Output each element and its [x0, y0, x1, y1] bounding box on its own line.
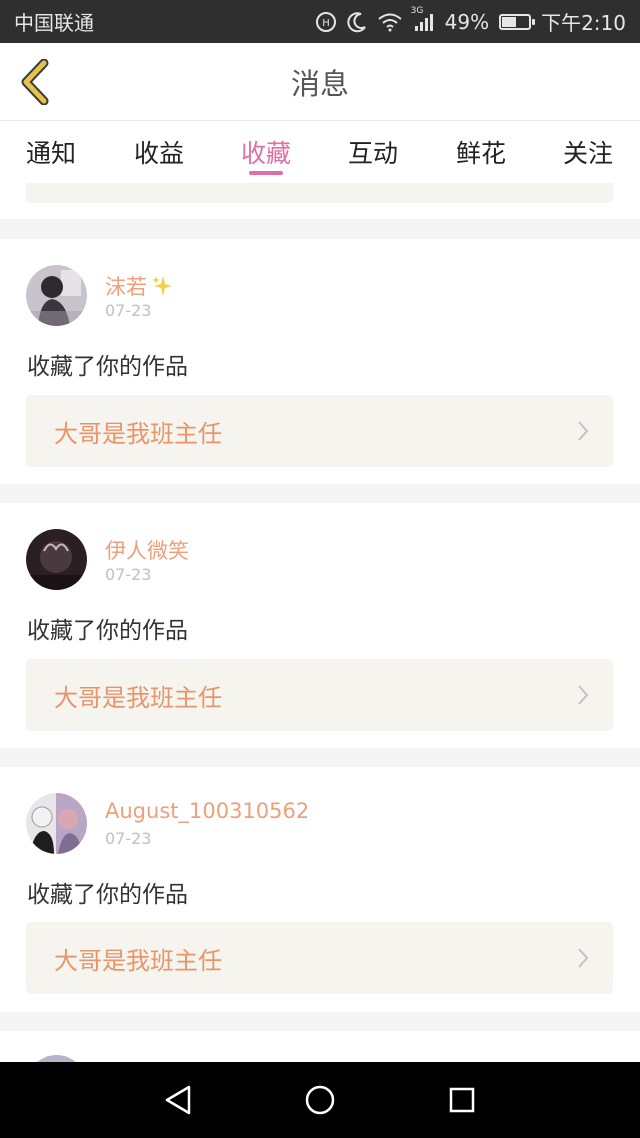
work-link-partial[interactable] — [26, 183, 613, 203]
network-type-label: 3G — [410, 5, 424, 16]
recents-square-icon — [449, 1087, 475, 1113]
tab-earnings[interactable]: 收益 — [114, 121, 204, 183]
message-date: 07-23 — [105, 565, 152, 584]
action-text: 收藏了你的作品 — [27, 618, 188, 644]
work-title: 大哥是我班主任 — [54, 419, 222, 448]
work-title: 大哥是我班主任 — [54, 946, 222, 975]
active-tab-indicator — [249, 171, 283, 175]
message-list[interactable]: 沫若 07-23 收藏了你的作品 大哥是我班主任 伊人微笑 07-23 收藏了你… — [0, 183, 640, 1062]
app-header: 消息 — [0, 43, 640, 121]
work-title: 大哥是我班主任 — [54, 683, 222, 712]
tab-label: 通知 — [25, 139, 76, 168]
user-name[interactable]: 沫若 — [105, 271, 173, 301]
chevron-right-icon — [577, 395, 589, 467]
chevron-right-icon — [577, 659, 589, 731]
battery-percent: 49% — [444, 9, 490, 34]
avatar[interactable] — [26, 1055, 87, 1062]
tab-notifications[interactable]: 通知 — [6, 121, 96, 183]
tab-label: 收藏 — [240, 139, 291, 168]
tab-interactions[interactable]: 互动 — [328, 121, 418, 183]
page-title: 消息 — [290, 67, 349, 101]
chevron-right-icon — [577, 922, 589, 994]
wifi-icon — [377, 12, 403, 32]
signal-icon: 3G — [411, 6, 435, 32]
user-name[interactable]: 伊人微笑 — [105, 535, 189, 565]
work-link[interactable]: 大哥是我班主任 — [26, 659, 613, 731]
avatar[interactable] — [26, 265, 87, 326]
nav-back-button[interactable] — [158, 1080, 198, 1120]
hd-icon: H — [315, 11, 337, 33]
sparkle-icon — [152, 276, 172, 296]
message-date: 07-23 — [105, 301, 152, 320]
nav-recents-button[interactable] — [442, 1080, 482, 1120]
tab-label: 关注 — [562, 139, 613, 168]
list-item: August_100310562 07-23 收藏了你的作品 大哥是我班主任 — [0, 767, 640, 1012]
battery-fill — [502, 16, 516, 27]
avatar[interactable] — [26, 529, 87, 590]
svg-text:H: H — [322, 18, 330, 29]
carrier-name: 中国联通 — [14, 11, 94, 35]
tab-label: 互动 — [347, 139, 398, 168]
tab-bar: 通知 收益 收藏 互动 鲜花 关注 — [0, 121, 640, 183]
action-text: 收藏了你的作品 — [27, 882, 188, 908]
status-bar: 中国联通 H 3G 49% 下午2:10 — [0, 0, 640, 43]
user-name-text: 沫若 — [105, 275, 147, 299]
status-icons: H 3G 49% 下午2:10 — [315, 6, 626, 36]
moon-icon — [347, 11, 367, 33]
user-name-text: 伊人微笑 — [105, 539, 189, 563]
user-name-text: August_100310562 — [105, 799, 310, 823]
list-item: 伊人微笑 07-23 收藏了你的作品 大哥是我班主任 — [0, 503, 640, 748]
tab-following[interactable]: 关注 — [543, 121, 633, 183]
message-date: 07-23 — [105, 829, 152, 848]
action-text: 收藏了你的作品 — [27, 354, 188, 380]
work-link[interactable]: 大哥是我班主任 — [26, 922, 613, 994]
user-name[interactable]: August_100310562 — [105, 799, 309, 823]
system-nav-bar — [0, 1062, 640, 1138]
list-item: 沫若 07-23 收藏了你的作品 大哥是我班主任 — [0, 239, 640, 484]
work-link[interactable]: 大哥是我班主任 — [26, 395, 613, 467]
list-item-partial — [0, 183, 640, 219]
home-circle-icon — [305, 1085, 335, 1115]
nav-home-button[interactable] — [300, 1080, 340, 1120]
avatar[interactable] — [26, 793, 87, 854]
tab-label: 鲜花 — [455, 139, 506, 168]
tab-favorites[interactable]: 收藏 — [221, 121, 311, 183]
tab-label: 收益 — [133, 139, 184, 168]
back-triangle-icon — [165, 1085, 191, 1115]
tab-flowers[interactable]: 鲜花 — [436, 121, 526, 183]
battery-icon — [499, 13, 536, 30]
clock: 下午2:10 — [541, 11, 626, 35]
list-item-partial — [0, 1031, 640, 1062]
